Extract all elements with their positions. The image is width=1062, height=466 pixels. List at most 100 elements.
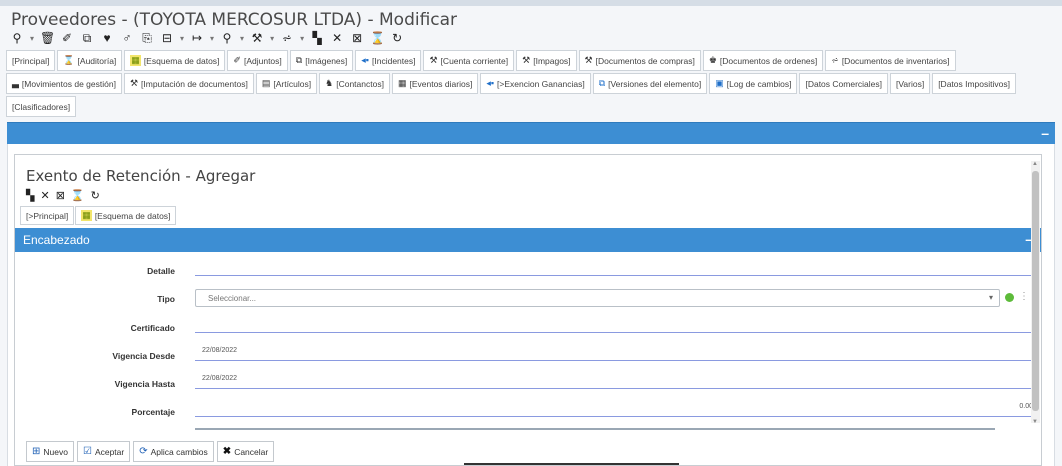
tab-adjuntos[interactable]: ✐ [Adjuntos]	[227, 50, 288, 71]
tab-label: [Varios]	[896, 78, 925, 89]
inventory-icon: ⩫	[831, 55, 839, 65]
tab-label: [Impagos]	[533, 55, 571, 66]
more-options-icon[interactable]: ⋮	[1019, 291, 1029, 302]
arrows-icon[interactable]: ↦	[190, 31, 204, 45]
tab-esquema-datos[interactable]: ▦ [Esquema de datos]	[75, 206, 177, 225]
check-icon: ☑	[82, 446, 92, 457]
tab-esquema-datos[interactable]: ▦ [Esquema de datos]	[124, 50, 226, 71]
page-title: Proveedores - (TOYOTA MERCOSUR LTDA) - M…	[11, 10, 458, 30]
tab-label: [Documentos de ordenes]	[719, 55, 818, 66]
collapse-icon[interactable]: –	[1041, 125, 1049, 141]
tab-label: [Principal]	[12, 55, 50, 66]
tab-documentos-ordenes[interactable]: ♚ [Documentos de ordenes]	[702, 50, 824, 71]
tipo-placeholder: Seleccionar...	[208, 294, 257, 303]
tab-principal[interactable]: [Principal]	[6, 50, 56, 71]
binoculars-icon[interactable]: ▚	[310, 31, 324, 45]
aceptar-button[interactable]: ☑ Aceptar	[76, 441, 131, 462]
chart-icon[interactable]: ⩫	[280, 31, 294, 45]
tab-cuenta-corriente[interactable]: ⚒ [Cuenta corriente]	[423, 50, 515, 71]
vigencia-hasta-value: 22/08/2022	[202, 375, 238, 382]
tab-contanctos[interactable]: ♞ [Contanctos]	[319, 73, 390, 94]
tab-datos-impositivos[interactable]: [Datos Impositivos]	[932, 73, 1016, 94]
satellite-icon[interactable]: ♂	[120, 31, 134, 45]
close-box-icon[interactable]: ⊠	[350, 31, 364, 45]
vigencia-desde-input[interactable]	[195, 360, 1035, 361]
apply-icon: ⟳	[139, 446, 148, 457]
image-icon: ⧉	[295, 55, 303, 65]
filter-icon[interactable]: ⚲	[10, 31, 24, 45]
horizontal-scrollbar[interactable]	[195, 428, 995, 430]
tab-impagos[interactable]: ⚒ [Impagos]	[516, 50, 577, 71]
chevron-down-icon[interactable]: ▾	[30, 34, 34, 43]
refresh-icon[interactable]: ↻	[91, 189, 100, 202]
tab-imagenes[interactable]: ⧉ [Imágenes]	[289, 50, 354, 71]
certificado-input[interactable]	[195, 332, 1035, 333]
tab-incidentes[interactable]: ◂▪ [Incidentes]	[355, 50, 422, 71]
vigencia-hasta-label: Vigencia Hasta	[114, 379, 175, 389]
columns-icon[interactable]: ⊟	[160, 31, 174, 45]
wrench-icon[interactable]: ✕	[40, 189, 49, 202]
tab-label: [Adjuntos]	[243, 55, 282, 66]
tab-label: [Artículos]	[273, 78, 312, 89]
chevron-down-icon[interactable]: ▾	[210, 34, 214, 43]
tab-log-cambios[interactable]: ▣ [Log de cambios]	[709, 73, 798, 94]
close-box-icon[interactable]: ⊠	[56, 189, 65, 202]
tab-versiones-elemento[interactable]: ⧉ [Versiones del elemento]	[592, 73, 708, 94]
contact-icon: ♞	[325, 78, 334, 88]
chevron-down-icon[interactable]: ▾	[240, 34, 244, 43]
tab-exencion-ganancias[interactable]: ◂▪ [>Exencion Ganancias]	[480, 73, 591, 94]
tab-datos-comerciales[interactable]: [Datos Comerciales]	[799, 73, 888, 94]
nuevo-button[interactable]: ⊞ Nuevo	[26, 441, 74, 462]
tab-articulos[interactable]: ▤ [Artículos]	[255, 73, 318, 94]
tab-movimientos-gestion[interactable]: ▃ [Movimientos de gestión]	[6, 73, 122, 94]
row-certificado: Certificado	[15, 311, 1041, 339]
certificado-label: Certificado	[130, 323, 175, 333]
chevron-down-icon[interactable]: ▾	[180, 34, 184, 43]
encabezado-form: Detalle Tipo Seleccionar... ▾ ⋮ Certific…	[15, 252, 1041, 432]
tab-imputacion-documentos[interactable]: ⚒ [Imputación de documentos]	[123, 73, 254, 94]
people-icon: ♚	[708, 55, 717, 65]
porcentaje-input[interactable]	[195, 416, 1035, 417]
tab-clasificadores[interactable]: [Clasificadores]	[6, 96, 77, 117]
scroll-down-icon[interactable]: ▼	[1032, 419, 1038, 425]
tipo-select[interactable]: Seleccionar... ▾	[195, 289, 1000, 307]
tab-eventos-diarios[interactable]: ▦ [Eventos diarios]	[391, 73, 479, 94]
tab-label: [>Principal]	[26, 210, 69, 221]
scroll-up-icon[interactable]: ▲	[1032, 161, 1038, 167]
binoculars-icon[interactable]: ▚	[26, 189, 34, 202]
scrollbar-thumb[interactable]	[1032, 171, 1039, 411]
heart-icon[interactable]: ♥	[100, 31, 114, 45]
tab-varios[interactable]: [Varios]	[890, 73, 931, 94]
flow-icon[interactable]: ⚲	[220, 31, 234, 45]
section-header-bar: –	[7, 122, 1055, 144]
tools-icon[interactable]: ⚒	[250, 31, 264, 45]
hourglass-icon[interactable]: ⌛	[71, 189, 85, 202]
button-label: Aceptar	[94, 446, 125, 457]
vigencia-hasta-input[interactable]	[195, 388, 1035, 389]
gallery-icon[interactable]: ⧉	[80, 31, 94, 45]
tab-label: [Esquema de datos]	[94, 210, 171, 221]
box-icon: ▤	[261, 78, 271, 88]
tab-documentos-inventarios[interactable]: ⩫ [Documentos de inventarios]	[825, 50, 956, 71]
tab-documentos-compras[interactable]: ⚒ [Documentos de compras]	[578, 50, 701, 71]
chevron-down-icon[interactable]: ▾	[270, 34, 274, 43]
aplica-cambios-button[interactable]: ⟳ Aplica cambios	[133, 441, 214, 462]
chevron-down-icon[interactable]: ▾	[300, 34, 304, 43]
main-tabs: [Principal] ⌛ [Auditoría] ▦ [Esquema de da…	[6, 50, 1056, 117]
hourglass-icon: ⌛	[63, 55, 75, 65]
document-icon[interactable]: ⎘	[140, 31, 154, 45]
main-toolbar: ⚲ ▾ 🗑 ✐ ⧉ ♥ ♂ ⎘ ⊟ ▾ ↦ ▾ ⚲ ▾ ⚒ ▾ ⩫ ▾ ▚ ✕ ⊠ ⌛ ↻	[10, 30, 410, 46]
cancelar-button[interactable]: ✖ Cancelar	[216, 441, 275, 462]
tab-label: [Documentos de compras]	[595, 55, 695, 66]
detalle-input[interactable]	[195, 275, 1035, 276]
hourglass-icon[interactable]: ⌛	[370, 31, 385, 45]
pin-icon[interactable]: ✐	[60, 31, 74, 45]
trash-icon[interactable]: 🗑	[40, 31, 55, 45]
tab-auditoria[interactable]: ⌛ [Auditoría]	[57, 50, 123, 71]
top-strip	[0, 0, 1062, 6]
refresh-icon[interactable]: ↻	[390, 31, 404, 45]
wrench-icon[interactable]: ✕	[330, 31, 344, 45]
tab-principal[interactable]: [>Principal]	[20, 206, 75, 225]
vertical-scrollbar[interactable]: ▲ ▼	[1031, 161, 1040, 425]
row-vigencia-desde: Vigencia Desde 22/08/2022	[15, 339, 1041, 367]
